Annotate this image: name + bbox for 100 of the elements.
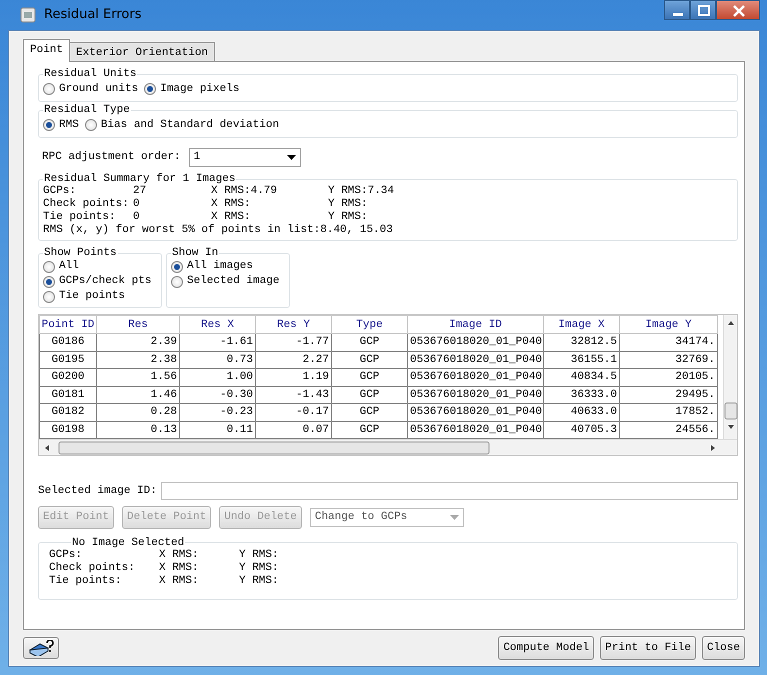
table-cell: G0186	[40, 334, 96, 352]
table-cell: G0181	[40, 386, 96, 404]
table-cell: GCP	[332, 404, 408, 422]
app-icon	[20, 7, 36, 23]
stat-value: Y RMS:	[239, 562, 279, 575]
table-cell: -1.43	[256, 386, 332, 404]
column-header[interactable]: Type	[332, 316, 408, 334]
table-cell: 1.46	[96, 386, 180, 404]
minimize-button[interactable]	[664, 0, 690, 20]
group-title: Residual Summary for 1 Images	[43, 173, 236, 186]
stat-value: 0	[133, 211, 141, 224]
close-button[interactable]	[716, 0, 760, 20]
radio-button[interactable]	[171, 276, 183, 288]
radio-button[interactable]	[43, 290, 55, 303]
radio-button[interactable]	[144, 83, 156, 96]
column-header[interactable]: Res	[96, 316, 180, 334]
table-cell: 053676018020_01_P040	[408, 404, 544, 422]
table-cell: 0.28	[96, 404, 180, 422]
stat-label: GCPs:	[49, 548, 84, 562]
order-dropdown[interactable]: 1	[188, 148, 301, 168]
radio-button[interactable]	[43, 83, 55, 96]
stat-value: X RMS:	[211, 198, 252, 212]
stat-value: 27	[133, 185, 148, 198]
caret-icon	[286, 155, 296, 160]
radio-button[interactable]	[84, 119, 97, 132]
radio-button[interactable]	[43, 276, 55, 288]
table-cell: GCP	[332, 351, 408, 369]
window-title: Residual Errors	[44, 6, 142, 24]
radio-button[interactable]	[43, 260, 55, 273]
stat-value: Y RMS:	[239, 574, 279, 588]
table-cell: 2.39	[96, 334, 180, 352]
table-cell: 2.38	[96, 351, 180, 369]
dialog-button[interactable]: Compute Model	[498, 636, 594, 660]
radio-label: Selected image	[187, 274, 280, 290]
table-cell: 40834.5	[544, 368, 620, 386]
table-cell: 32812.5	[544, 334, 620, 352]
column-header[interactable]: Point ID	[40, 316, 96, 334]
stat-value: Y RMS:	[328, 211, 369, 224]
table-cell: G0200	[40, 368, 96, 386]
column-header[interactable]: Image Y	[620, 316, 718, 334]
stat-label: GCPs:	[43, 185, 78, 198]
radio-button[interactable]	[43, 119, 55, 132]
group-title: Show In	[171, 247, 220, 260]
table-cell: 36155.1	[544, 351, 620, 369]
minimize-icon	[673, 13, 683, 16]
dialog-button[interactable]: Print to File	[600, 636, 696, 660]
table-cell: -0.17	[256, 404, 332, 422]
table-cell: -1.61	[180, 334, 256, 352]
stat-value: X RMS:4.79	[211, 185, 278, 198]
radio-label: Ground units	[59, 82, 138, 98]
radio-button[interactable]	[171, 260, 183, 273]
radio-label: Image pixels	[160, 82, 240, 98]
radio-label: RMS	[59, 118, 79, 134]
stat-value: X RMS:	[159, 548, 200, 562]
stat-value: Y RMS:	[239, 548, 279, 562]
stat-value: X RMS:	[159, 562, 200, 575]
tab[interactable]: Point	[23, 39, 70, 62]
table-cell: 34174.	[620, 334, 718, 352]
stat-label: Tie points:	[43, 211, 117, 224]
table-cell: 1.00	[180, 368, 256, 386]
stat-label: Check points:	[49, 562, 136, 575]
table-cell: GCP	[332, 334, 408, 352]
stat-text: RMS (x, y) for worst 5% of points in list:8.40, 15.03	[43, 224, 394, 238]
table-cell: 053676018020_01_P040	[408, 334, 544, 352]
table-cell: -0.30	[180, 386, 256, 404]
stat-value: X RMS:	[159, 574, 200, 588]
column-header[interactable]: Image X	[544, 316, 620, 334]
image-id-field[interactable]	[160, 482, 738, 500]
table-cell: 17852.	[620, 404, 718, 422]
tab[interactable]: Exterior Orientation	[69, 42, 216, 61]
group-title: Show Points	[43, 247, 118, 260]
caret-icon	[450, 515, 459, 520]
stat-value: 0	[133, 198, 141, 212]
help-button[interactable]	[23, 636, 59, 659]
table-cell: 32769.	[620, 351, 718, 369]
stat-value: X RMS:	[211, 211, 252, 224]
table-cell: 1.56	[96, 368, 180, 386]
table-cell: 20105.	[620, 368, 718, 386]
book-icon	[28, 640, 54, 656]
scrollbar-corner	[723, 439, 737, 456]
table-cell: 053676018020_01_P040	[408, 351, 544, 369]
radio-label: All images	[187, 259, 254, 274]
table-cell: 0.73	[180, 351, 256, 369]
radio-label: Tie points	[59, 289, 126, 304]
stat-label: Check points:	[43, 198, 130, 211]
table-cell: 36333.0	[544, 386, 620, 404]
maximize-button[interactable]	[690, 0, 716, 20]
table-cell: G0182	[40, 404, 96, 422]
field-label: RPC adjustment order:	[42, 150, 181, 166]
table-cell: 2.27	[256, 351, 332, 369]
dialog-button[interactable]: Close	[702, 636, 745, 660]
radio-label: Bias and Standard deviation	[100, 118, 280, 134]
maximize-icon	[698, 5, 710, 16]
table-cell: 053676018020_01_P040	[408, 368, 544, 386]
column-header[interactable]: Image ID	[408, 316, 544, 334]
table-cell: GCP	[332, 368, 408, 386]
column-header[interactable]: Res X	[180, 316, 256, 334]
field-label: Selected image ID:	[38, 484, 157, 500]
column-header[interactable]: Res Y	[256, 316, 332, 334]
table-cell: GCP	[332, 386, 408, 404]
